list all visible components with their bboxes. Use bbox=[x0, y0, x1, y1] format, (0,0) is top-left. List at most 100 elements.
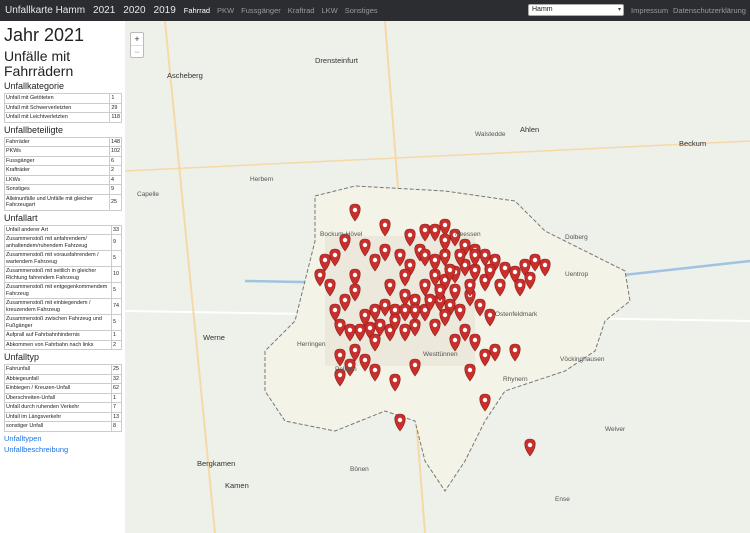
row-value: 10 bbox=[111, 266, 122, 283]
row-value: 32 bbox=[111, 373, 122, 384]
chevron-down-icon: ▾ bbox=[617, 7, 621, 13]
city-select[interactable]: Hamm ▾ bbox=[528, 4, 624, 16]
section-title-kategorie: Unfallkategorie bbox=[4, 81, 65, 91]
map-label-ostenfeldmark: Ostenfeldmark bbox=[495, 311, 538, 318]
row-value: 5 bbox=[111, 250, 122, 267]
section-title-typ: Unfalltyp bbox=[4, 352, 40, 362]
map-label-walstedde: Walstedde bbox=[475, 131, 506, 138]
map-label-rhynern: Rhynern bbox=[503, 376, 528, 383]
row-value: 7 bbox=[111, 402, 122, 413]
table-row: Fahrräder 148 bbox=[4, 136, 122, 147]
row-label: Unfall durch ruhenden Verkehr bbox=[4, 402, 112, 413]
table-row: Zusammenstoß mit vorausfahrendem / warte… bbox=[4, 250, 122, 267]
row-value: 33 bbox=[111, 224, 122, 235]
table-row: Abbiegeunfall 32 bbox=[4, 373, 122, 384]
row-value: 4 bbox=[109, 174, 122, 185]
unfalltypen-link[interactable]: Unfalltypen bbox=[4, 434, 121, 443]
row-value: 29 bbox=[109, 102, 122, 113]
table-row: Unfall mit Leichtverletzten 118 bbox=[3, 112, 122, 123]
mode-fussgaenger-link[interactable]: Fussgänger bbox=[241, 6, 281, 15]
map-label-pelkum: Pelkum bbox=[335, 366, 357, 373]
table-row: Zusammenstoß mit anfahrendem/ anhaltende… bbox=[4, 234, 122, 251]
row-value: 9 bbox=[109, 184, 122, 195]
table-row: Sonstiges 9 bbox=[4, 184, 122, 195]
top-navbar: Unfallkarte Hamm 2021 2020 2019 Fahrrad … bbox=[0, 0, 750, 21]
row-label: Einbiegen / Kreuzen-Unfall bbox=[4, 383, 112, 394]
zoom-control: + − bbox=[130, 32, 144, 58]
row-label: Fussgänger bbox=[4, 155, 110, 166]
table-beteiligte: Fahrräder 148 PKWs 102 Fussgänger 6 Krafträder… bbox=[4, 136, 122, 211]
year-title: Jahr 2021 bbox=[4, 25, 85, 45]
row-label: Aufprall auf Fahrbahnhindernis bbox=[4, 330, 112, 341]
map-canvas[interactable]: + − Drensteinfurt Ahlen Beckum Ascheberg… bbox=[125, 21, 750, 533]
row-value: 1 bbox=[109, 93, 122, 104]
row-value: 148 bbox=[109, 136, 122, 147]
row-label: Sonstiges bbox=[4, 184, 110, 195]
app-brand[interactable]: Unfallkarte Hamm bbox=[5, 5, 85, 16]
sidebar: Jahr 2021 Unfälle mit Fahrrädern Unfallk… bbox=[0, 21, 125, 533]
row-label: Unfall mit Leichtverletzten bbox=[3, 112, 111, 123]
year-2021-link[interactable]: 2021 bbox=[93, 5, 115, 16]
table-kategorie: Unfall mit Getöteten 1 Unfall mit Schwerve… bbox=[3, 93, 122, 123]
map-label-voeckinghausen: Vöckinghausen bbox=[560, 356, 605, 363]
table-row: Krafträder 2 bbox=[4, 165, 122, 176]
map-label-ascheberg: Ascheberg bbox=[167, 71, 203, 80]
row-label: Abbiegeunfall bbox=[4, 373, 112, 384]
row-value: 25 bbox=[109, 193, 122, 211]
table-row: Zusammenstoß mit einbiegendem / kreuzend… bbox=[4, 298, 122, 315]
mode-lkw-link[interactable]: LKW bbox=[321, 6, 337, 15]
mode-pkw-link[interactable]: PKW bbox=[217, 6, 234, 15]
row-value: 5 bbox=[111, 314, 122, 331]
row-label: Zusammenstoß mit entgegenkommendem Fahrz… bbox=[4, 282, 112, 299]
zoom-in-button[interactable]: + bbox=[131, 33, 143, 45]
privacy-link[interactable]: Datenschutzerklärung bbox=[673, 6, 746, 15]
table-row: Abkommen von Fahrbahn nach links 2 bbox=[4, 339, 122, 350]
map-label-kamen: Kamen bbox=[225, 481, 249, 490]
map-label-werne: Werne bbox=[203, 333, 225, 342]
unfallbeschreibung-link[interactable]: Unfallbeschreibung bbox=[4, 445, 121, 454]
map-label-westtuennen: Westtünnen bbox=[423, 351, 458, 358]
table-row: Überschreiten-Unfall 1 bbox=[4, 392, 122, 403]
zoom-out-button[interactable]: − bbox=[131, 45, 143, 57]
mode-sonstiges-link[interactable]: Sonstiges bbox=[345, 6, 378, 15]
page-subtitle: Unfälle mit Fahrrädern bbox=[4, 48, 74, 79]
mode-fahrrad-link[interactable]: Fahrrad bbox=[184, 6, 210, 15]
mode-kraftrad-link[interactable]: Kraftrad bbox=[288, 6, 315, 15]
table-row: Zusammenstoß mit seitlich in gleicher Ri… bbox=[4, 266, 122, 283]
row-value: 9 bbox=[111, 234, 122, 251]
map-layer bbox=[125, 21, 750, 533]
impressum-link[interactable]: Impressum bbox=[631, 6, 668, 15]
map-label-welver: Welver bbox=[605, 426, 626, 433]
table-row: Unfall anderer Art 33 bbox=[4, 224, 122, 235]
row-value: 13 bbox=[111, 411, 122, 422]
row-value: 1 bbox=[111, 330, 122, 341]
table-row: Zusammenstoß zwischen Fahrzeug und Fußgä… bbox=[4, 314, 122, 331]
map-label-dolberg: Dolberg bbox=[565, 234, 588, 241]
table-typ: Fahrunfall 25 Abbiegeunfall 32 Einbiegen / K… bbox=[4, 364, 122, 432]
row-label: Unfall anderer Art bbox=[4, 224, 112, 235]
row-label: Zusammenstoß mit einbiegendem / kreuzend… bbox=[4, 298, 112, 315]
row-label: Abkommen von Fahrbahn nach links bbox=[4, 339, 112, 350]
row-label: Zusammenstoß mit anfahrendem/ anhaltende… bbox=[4, 234, 112, 251]
section-title-beteiligte: Unfallbeteiligte bbox=[4, 124, 64, 135]
table-row: Zusammenstoß mit entgegenkommendem Fahrz… bbox=[4, 282, 122, 299]
table-row: Unfall im Längsverkehr 13 bbox=[4, 411, 122, 422]
map-label-bockum-hoevel: Bockum-Hövel bbox=[320, 231, 363, 238]
table-row: sonstiger Unfall 8 bbox=[4, 421, 122, 432]
map-label-heessen: Heessen bbox=[455, 231, 481, 238]
map-label-uentrop: Uentrop bbox=[565, 271, 589, 278]
table-row: Fahrunfall 25 bbox=[4, 364, 122, 375]
map-label-bergkamen: Bergkamen bbox=[197, 459, 236, 468]
row-value: 2 bbox=[111, 339, 122, 350]
table-row: Unfall mit Getöteten 1 bbox=[3, 93, 122, 104]
table-row: Aufprall auf Fahrbahnhindernis 1 bbox=[4, 330, 122, 341]
table-row: Fussgänger 6 bbox=[4, 155, 122, 166]
row-label: sonstiger Unfall bbox=[4, 421, 112, 432]
city-select-value: Hamm bbox=[532, 6, 553, 13]
year-2020-link[interactable]: 2020 bbox=[123, 5, 145, 16]
row-value: 62 bbox=[111, 383, 122, 394]
map-label-beckum: Beckum bbox=[679, 139, 707, 148]
year-2019-link[interactable]: 2019 bbox=[154, 5, 176, 16]
table-row: Unfall mit Schwerverletzten 29 bbox=[3, 102, 122, 113]
row-value: 118 bbox=[109, 112, 122, 123]
